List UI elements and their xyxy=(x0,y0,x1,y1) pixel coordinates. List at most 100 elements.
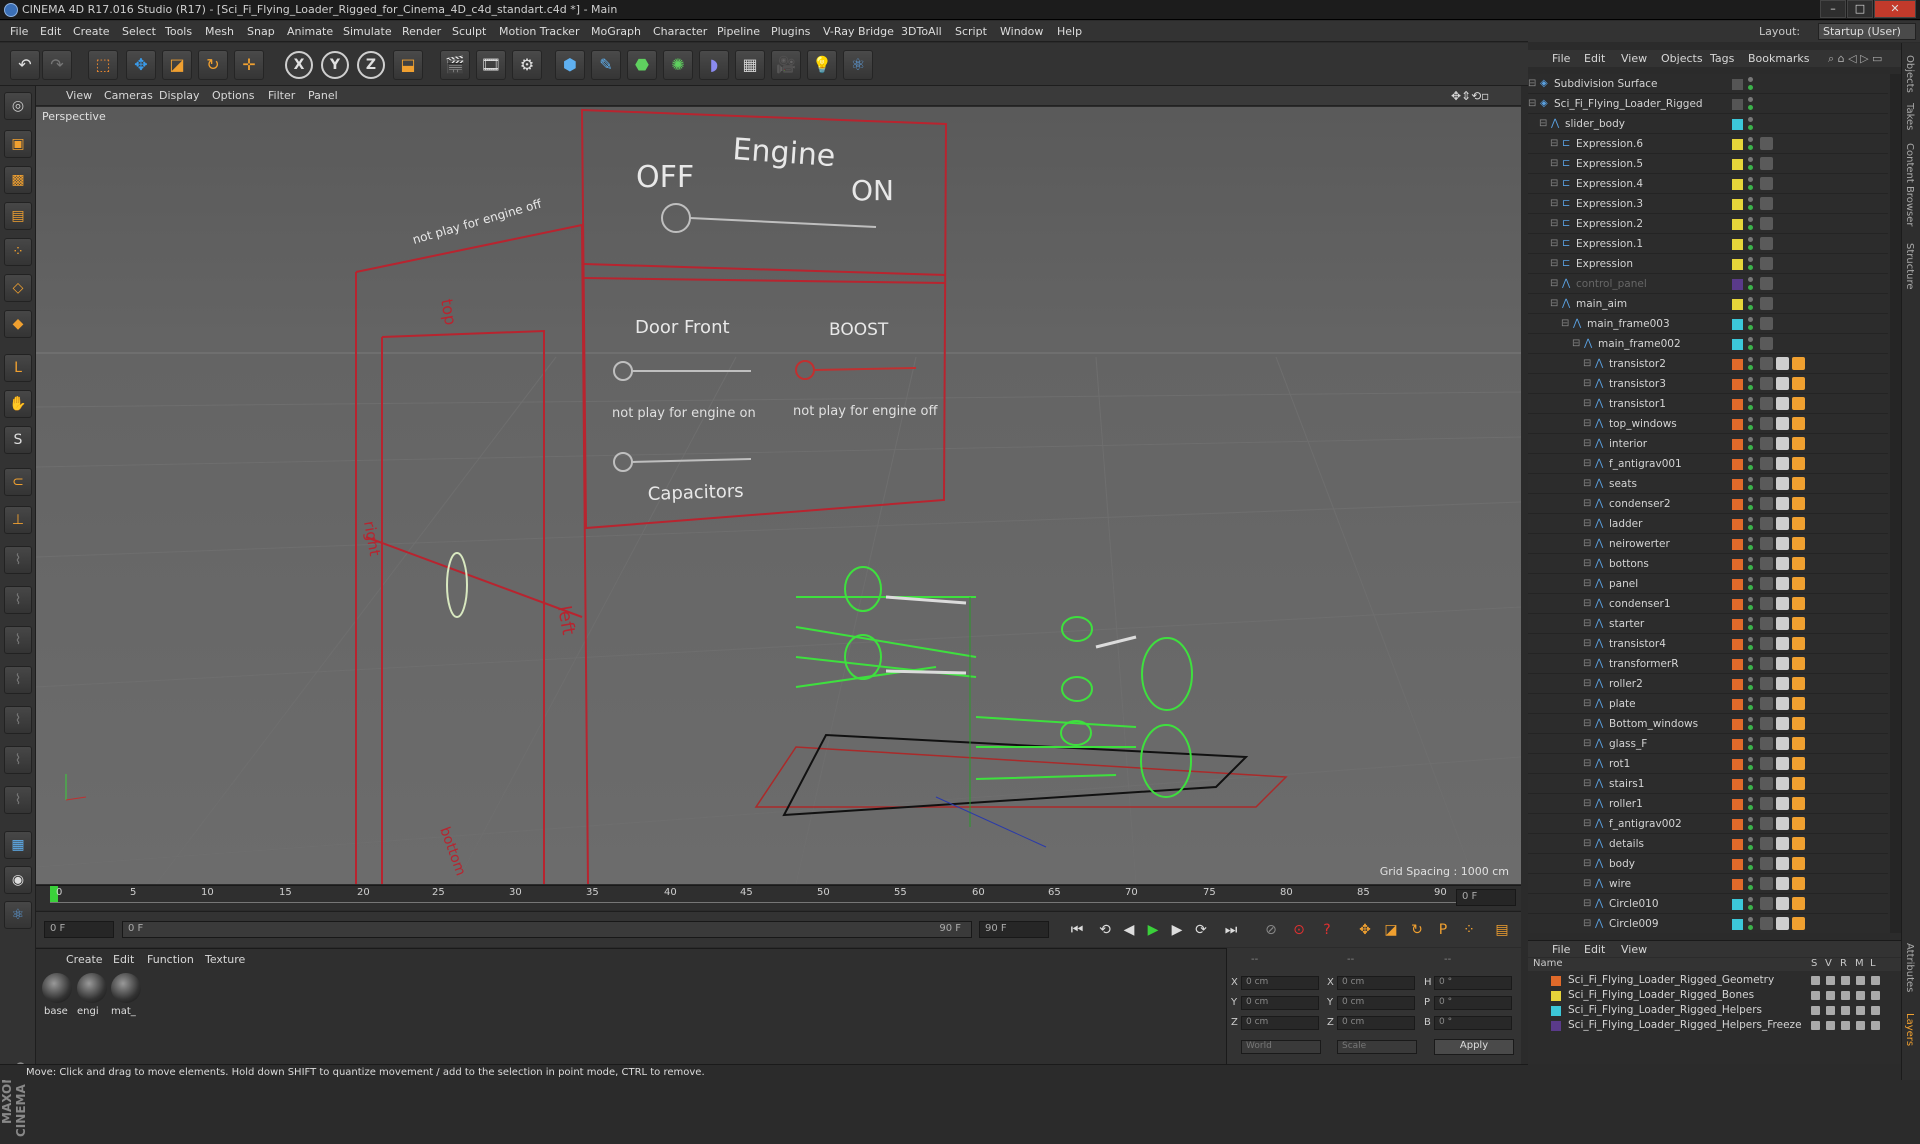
layer-solo-toggle-icon[interactable] xyxy=(1811,976,1820,985)
expand-toggle-icon[interactable]: ⊟ xyxy=(1583,638,1594,649)
viewport-menu-filter[interactable]: Filter xyxy=(268,89,295,102)
editor-visibility-dot[interactable] xyxy=(1748,617,1753,622)
weight-tool-icon[interactable]: ⌇ xyxy=(4,626,32,654)
render-visibility-dot[interactable] xyxy=(1748,705,1753,710)
object-tag-icon[interactable] xyxy=(1760,837,1773,850)
om-menu-file[interactable]: File xyxy=(1552,52,1570,65)
layer-color-swatch[interactable] xyxy=(1732,319,1743,330)
layer-color-swatch[interactable] xyxy=(1732,299,1743,310)
object-tag-icon[interactable] xyxy=(1776,857,1789,870)
render-visibility-dot[interactable] xyxy=(1748,545,1753,550)
menu-animate[interactable]: Animate xyxy=(287,25,333,38)
pose-morph-icon[interactable]: ⌇ xyxy=(4,746,32,774)
object-tag-icon[interactable] xyxy=(1760,677,1773,690)
object-row[interactable]: ⊟ ⋀ roller2 xyxy=(1528,674,1888,694)
object-row[interactable]: ⊟ ⋀ glass_F xyxy=(1528,734,1888,754)
record-scale-icon[interactable]: ◪ xyxy=(1380,919,1402,941)
render-visibility-dot[interactable] xyxy=(1748,605,1753,610)
object-tag-icon[interactable] xyxy=(1776,897,1789,910)
record-position-icon[interactable]: ✥ xyxy=(1354,919,1376,941)
object-tag-icon[interactable] xyxy=(1792,917,1805,930)
expand-toggle-icon[interactable]: ⊟ xyxy=(1528,78,1539,89)
object-row[interactable]: ⊟ ◈ Subdivision Surface xyxy=(1528,74,1888,94)
layer-color-swatch[interactable] xyxy=(1732,539,1743,550)
expand-toggle-icon[interactable]: ⊟ xyxy=(1583,798,1594,809)
render-visibility-dot[interactable] xyxy=(1748,225,1753,230)
layer-manager-toggle-icon[interactable] xyxy=(1856,1021,1865,1030)
viewport-navigation-icon[interactable]: ✥⇕⟲▫ xyxy=(1451,89,1489,103)
expand-toggle-icon[interactable]: ⊟ xyxy=(1583,498,1594,509)
object-tag-icon[interactable] xyxy=(1776,517,1789,530)
menu-simulate[interactable]: Simulate xyxy=(343,25,392,38)
menu-edit[interactable]: Edit xyxy=(40,25,61,38)
editor-visibility-dot[interactable] xyxy=(1748,117,1753,122)
editor-visibility-dot[interactable] xyxy=(1748,917,1753,922)
object-tag-icon[interactable] xyxy=(1760,437,1773,450)
tab-content-browser[interactable]: Content Browser xyxy=(1904,143,1915,226)
layer-color-swatch[interactable] xyxy=(1732,619,1743,630)
object-tag-icon[interactable] xyxy=(1776,917,1789,930)
render-visibility-dot[interactable] xyxy=(1748,205,1753,210)
object-tag-icon[interactable] xyxy=(1760,557,1773,570)
layer-manager-toggle-icon[interactable] xyxy=(1856,1006,1865,1015)
menu-plugins[interactable]: Plugins xyxy=(771,25,810,38)
pos-z-field[interactable]: 0 cm xyxy=(1241,1016,1319,1030)
object-tag-icon[interactable] xyxy=(1760,197,1773,210)
object-tag-icon[interactable] xyxy=(1776,797,1789,810)
render-visibility-dot[interactable] xyxy=(1748,325,1753,330)
object-tag-icon[interactable] xyxy=(1792,697,1805,710)
object-tag-icon[interactable] xyxy=(1776,777,1789,790)
layer-color-swatch[interactable] xyxy=(1732,399,1743,410)
expand-toggle-icon[interactable]: ⊟ xyxy=(1539,118,1550,129)
layer-solo-toggle-icon[interactable] xyxy=(1811,1021,1820,1030)
viewport-menu-panel[interactable]: Panel xyxy=(308,89,338,102)
expand-toggle-icon[interactable]: ⊟ xyxy=(1550,158,1561,169)
spline-pen-icon[interactable]: ✎ xyxy=(591,50,621,80)
keyframe-selection-icon[interactable]: ? xyxy=(1316,919,1338,941)
joint-tool-icon[interactable]: ⊥ xyxy=(4,506,32,534)
layer-row[interactable]: Sci_Fi_Flying_Loader_Rigged_Geometry xyxy=(1528,973,1901,988)
om-menu-view[interactable]: View xyxy=(1621,52,1647,65)
menu-sculpt[interactable]: Sculpt xyxy=(452,25,486,38)
live-selection-icon[interactable]: ⬚ xyxy=(88,50,118,80)
edges-mode-icon[interactable]: ◇ xyxy=(4,274,32,302)
object-tag-icon[interactable] xyxy=(1760,877,1773,890)
object-row[interactable]: ⊟ ⊏ Expression.6 xyxy=(1528,134,1888,154)
object-tag-icon[interactable] xyxy=(1792,457,1805,470)
expand-toggle-icon[interactable]: ⊟ xyxy=(1528,98,1539,109)
layer-color-swatch[interactable] xyxy=(1732,159,1743,170)
layer-color-swatch[interactable] xyxy=(1732,419,1743,430)
previous-frame-icon[interactable]: ◀ xyxy=(1118,919,1140,941)
om-menu-bookmarks[interactable]: Bookmarks xyxy=(1748,52,1809,65)
object-tag-icon[interactable] xyxy=(1792,357,1805,370)
apply-button[interactable]: Apply xyxy=(1434,1039,1514,1055)
object-tag-icon[interactable] xyxy=(1776,637,1789,650)
expand-toggle-icon[interactable]: ⊟ xyxy=(1583,918,1594,929)
cube-primitive-icon[interactable]: ⬢ xyxy=(555,50,585,80)
object-tag-icon[interactable] xyxy=(1760,397,1773,410)
tweak-mode-icon[interactable]: ✋ xyxy=(4,390,32,418)
object-tag-icon[interactable] xyxy=(1792,777,1805,790)
object-tag-icon[interactable] xyxy=(1792,377,1805,390)
editor-visibility-dot[interactable] xyxy=(1748,557,1753,562)
object-row[interactable]: ⊟ ⋀ control_panel xyxy=(1528,274,1888,294)
expand-toggle-icon[interactable]: ⊟ xyxy=(1583,698,1594,709)
render-visibility-dot[interactable] xyxy=(1748,825,1753,830)
layer-color-swatch[interactable] xyxy=(1732,519,1743,530)
object-row[interactable]: ⊟ ⋀ f_antigrav001 xyxy=(1528,454,1888,474)
editor-visibility-dot[interactable] xyxy=(1748,837,1753,842)
object-row[interactable]: ⊟ ⊏ Expression.3 xyxy=(1528,194,1888,214)
expand-toggle-icon[interactable]: ⊟ xyxy=(1583,418,1594,429)
object-tag-icon[interactable] xyxy=(1792,797,1805,810)
object-tag-icon[interactable] xyxy=(1760,157,1773,170)
layer-locked-toggle-icon[interactable] xyxy=(1871,976,1880,985)
object-row[interactable]: ⊟ ⋀ seats xyxy=(1528,474,1888,494)
object-row[interactable]: ⊟ ⋀ Circle010 xyxy=(1528,894,1888,914)
expand-toggle-icon[interactable]: ⊟ xyxy=(1583,738,1594,749)
layer-color-swatch[interactable] xyxy=(1732,559,1743,570)
workplane-lock-icon[interactable]: ◉ xyxy=(4,866,32,894)
object-tag-icon[interactable] xyxy=(1760,477,1773,490)
layer-color-swatch[interactable] xyxy=(1732,359,1743,370)
previous-key-icon[interactable]: ⟲ xyxy=(1094,919,1116,941)
expand-toggle-icon[interactable]: ⊟ xyxy=(1550,298,1561,309)
